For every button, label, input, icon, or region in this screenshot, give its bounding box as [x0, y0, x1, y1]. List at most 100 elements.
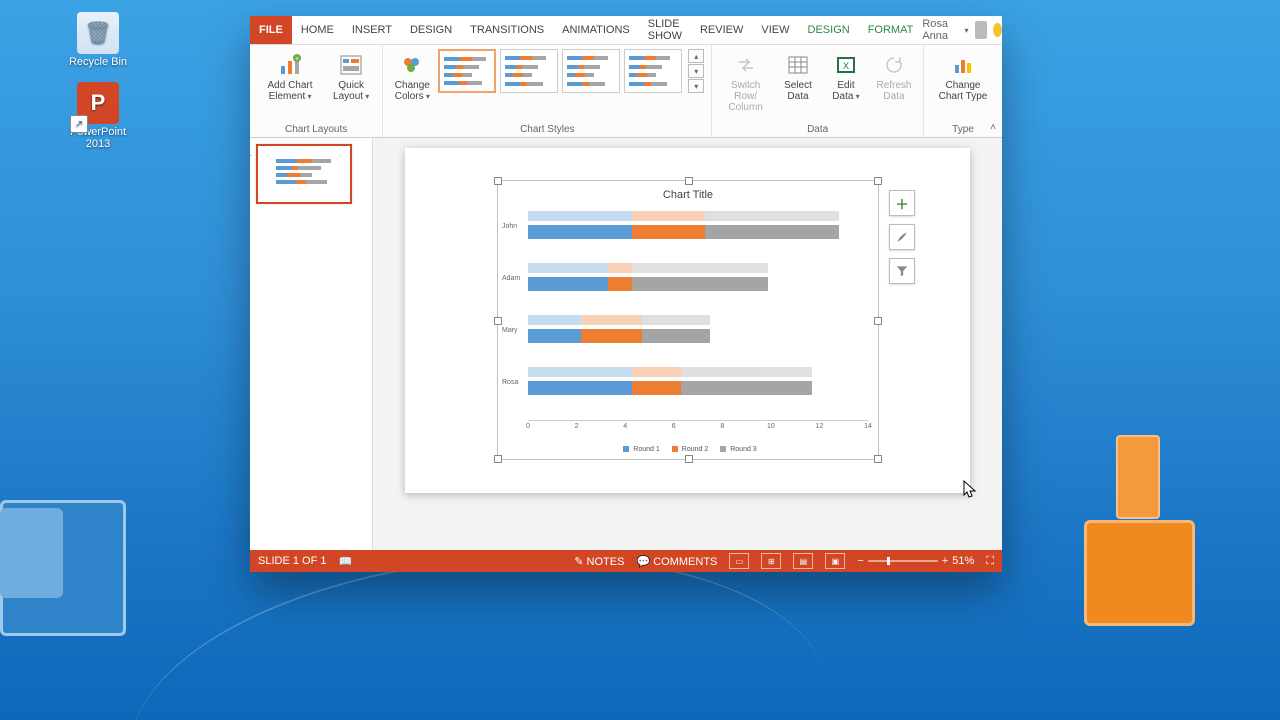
zoom-out-button[interactable]: −: [857, 555, 863, 567]
tab-design[interactable]: DESIGN: [401, 16, 461, 44]
comments-button[interactable]: 💬 COMMENTS: [636, 555, 717, 568]
chart-bar-segment[interactable]: [528, 381, 632, 395]
chart-bar-segment[interactable]: [528, 211, 632, 221]
chart-style-3[interactable]: [562, 49, 620, 93]
resize-handle[interactable]: [874, 177, 882, 185]
chart-bar-segment[interactable]: [632, 263, 768, 273]
chart-bar-segment[interactable]: [632, 211, 705, 221]
chart-bar-segment[interactable]: [632, 367, 681, 377]
chart-bar-segment[interactable]: [528, 315, 581, 325]
chart-bar-segment[interactable]: [632, 225, 705, 239]
chart-category-label: John: [502, 223, 517, 230]
chart-style-1[interactable]: [438, 49, 496, 93]
resize-handle[interactable]: [874, 317, 882, 325]
resize-handle[interactable]: [494, 317, 502, 325]
collapse-ribbon-button[interactable]: ˄: [990, 122, 996, 133]
tab-review[interactable]: REVIEW: [691, 16, 752, 44]
chart-bar-segment[interactable]: [705, 211, 839, 221]
reading-view-button[interactable]: ▤: [793, 553, 813, 569]
chart-filters-button[interactable]: [889, 258, 915, 284]
resize-handle[interactable]: [494, 177, 502, 185]
slide-canvas[interactable]: Chart Title JohnAdamMaryRosa 02468101214…: [373, 138, 1002, 550]
quick-layout-button[interactable]: Quick Layout: [327, 49, 375, 104]
chart-bar-segment[interactable]: [608, 277, 632, 291]
notes-button[interactable]: ✎ NOTES: [574, 555, 624, 568]
gallery-down-button[interactable]: ▾: [688, 64, 704, 78]
account-menu[interactable]: Rosa Anna▾: [922, 16, 1010, 44]
chart-bar[interactable]: [528, 367, 868, 377]
zoom-in-button[interactable]: +: [942, 555, 948, 567]
chart-x-tick: 10: [767, 423, 775, 430]
legend-item[interactable]: Round 1: [619, 446, 659, 453]
slide-thumbnail-1[interactable]: 1: [256, 144, 352, 204]
chart-category-row[interactable]: John: [528, 211, 868, 263]
chart-bar-segment[interactable]: [632, 277, 768, 291]
chart-bar-segment[interactable]: [642, 329, 710, 343]
chart-bar-segment[interactable]: [528, 367, 632, 377]
tab-file[interactable]: FILE: [250, 16, 292, 44]
chart-bar-segment[interactable]: [642, 315, 710, 325]
tab-chart-format[interactable]: FORMAT: [859, 16, 923, 44]
resize-handle[interactable]: [494, 455, 502, 463]
chart-object[interactable]: Chart Title JohnAdamMaryRosa 02468101214…: [497, 180, 879, 460]
chart-category-row[interactable]: Adam: [528, 263, 868, 315]
chart-bar-segment[interactable]: [528, 225, 632, 239]
tab-view[interactable]: VIEW: [752, 16, 798, 44]
chart-bar-segment[interactable]: [528, 329, 581, 343]
chart-bar-segment[interactable]: [581, 315, 642, 325]
chart-category-row[interactable]: Mary: [528, 315, 868, 367]
resize-handle[interactable]: [874, 455, 882, 463]
chart-bar-segment[interactable]: [681, 367, 812, 377]
chart-x-axis[interactable]: 02468101214: [528, 420, 868, 435]
change-chart-type-button[interactable]: Change Chart Type: [931, 49, 995, 104]
chart-styles-button[interactable]: [889, 224, 915, 250]
chart-bar[interactable]: [528, 277, 868, 291]
chart-plot-area[interactable]: JohnAdamMaryRosa: [528, 211, 868, 419]
chart-bar[interactable]: [528, 329, 868, 343]
tab-chart-design[interactable]: DESIGN: [799, 16, 859, 44]
chart-category-row[interactable]: Rosa: [528, 367, 868, 419]
chart-legend[interactable]: Round 1 Round 2 Round 3: [498, 446, 878, 453]
tab-slide-show[interactable]: SLIDE SHOW: [639, 16, 691, 44]
normal-view-button[interactable]: ▭: [729, 553, 749, 569]
slide[interactable]: Chart Title JohnAdamMaryRosa 02468101214…: [405, 148, 970, 493]
chart-bar-segment[interactable]: [632, 381, 681, 395]
recycle-bin-icon[interactable]: 🗑 Recycle Bin: [58, 12, 138, 68]
chart-bar[interactable]: [528, 211, 868, 221]
chart-bar[interactable]: [528, 315, 868, 325]
slide-sorter-button[interactable]: ⊞: [761, 553, 781, 569]
resize-handle[interactable]: [685, 177, 693, 185]
change-colors-button[interactable]: Change Colors: [390, 49, 434, 104]
chart-bar[interactable]: [528, 263, 868, 273]
chart-bar-segment[interactable]: [581, 329, 642, 343]
chart-elements-button[interactable]: ＋: [889, 190, 915, 216]
legend-item[interactable]: Round 2: [668, 446, 708, 453]
select-data-button[interactable]: Select Data: [776, 49, 820, 104]
tab-animations[interactable]: ANIMATIONS: [553, 16, 639, 44]
tab-insert[interactable]: INSERT: [343, 16, 401, 44]
tab-home[interactable]: HOME: [292, 16, 343, 44]
chart-bar[interactable]: [528, 225, 868, 239]
slideshow-button[interactable]: ▣: [825, 553, 845, 569]
legend-item[interactable]: Round 3: [716, 446, 756, 453]
chart-style-2[interactable]: [500, 49, 558, 93]
chart-style-4[interactable]: [624, 49, 682, 93]
edit-data-button[interactable]: X Edit Data: [824, 49, 868, 104]
chart-bar[interactable]: [528, 381, 868, 395]
add-chart-element-button[interactable]: + Add Chart Element: [257, 49, 323, 104]
chart-bar-segment[interactable]: [528, 263, 608, 273]
feedback-smile-icon[interactable]: [993, 23, 1002, 37]
chart-bar-segment[interactable]: [681, 381, 812, 395]
tab-transitions[interactable]: TRANSITIONS: [461, 16, 553, 44]
chart-bar-segment[interactable]: [528, 277, 608, 291]
chart-bar-segment[interactable]: [608, 263, 632, 273]
gallery-up-button[interactable]: ▴: [688, 49, 704, 63]
zoom-slider[interactable]: [868, 560, 938, 562]
zoom-percent[interactable]: 51%: [952, 555, 974, 567]
powerpoint-shortcut[interactable]: P ↗ PowerPoint 2013: [58, 82, 138, 150]
gallery-more-button[interactable]: ▾: [688, 79, 704, 93]
chart-bar-segment[interactable]: [705, 225, 839, 239]
fit-to-window-button[interactable]: ⛶: [986, 555, 994, 568]
spellcheck-icon[interactable]: 📖: [338, 555, 352, 568]
resize-handle[interactable]: [685, 455, 693, 463]
